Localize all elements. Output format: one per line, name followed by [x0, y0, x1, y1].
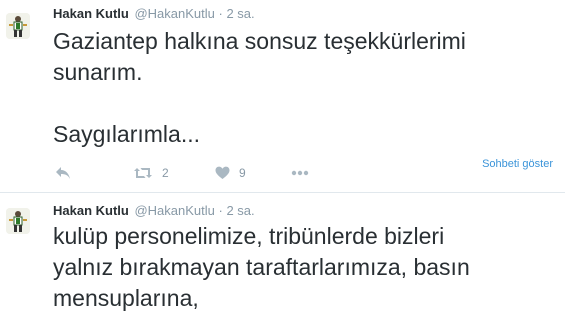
tweet-text: Gaziantep halkına sonsuz teşekkürlerimi … — [53, 28, 466, 147]
reply-button[interactable] — [55, 163, 71, 183]
show-conversation-link[interactable]: Sohbeti göster — [482, 158, 553, 170]
tweet[interactable]: Hakan Kutlu @HakanKutlu · 2 sa. Gaziante… — [0, 0, 565, 193]
reply-icon — [56, 167, 70, 179]
tweet-header: Hakan Kutlu @HakanKutlu · 2 sa. — [53, 6, 255, 22]
avatar[interactable] — [6, 13, 30, 39]
author-name[interactable]: Hakan Kutlu — [53, 203, 129, 218]
separator: · — [218, 6, 223, 21]
tweet-header: Hakan Kutlu @HakanKutlu · 2 sa. — [53, 203, 255, 219]
timestamp[interactable]: 2 sa. — [226, 203, 254, 218]
like-icon — [215, 166, 230, 179]
author-name[interactable]: Hakan Kutlu — [53, 6, 129, 21]
tweet-text: kulüp personelimize, tribünlerde bizleri… — [53, 223, 470, 311]
timestamp[interactable]: 2 sa. — [226, 6, 254, 21]
tweet[interactable]: Hakan Kutlu @HakanKutlu · 2 sa. kulüp pe… — [0, 193, 565, 317]
author-handle[interactable]: @HakanKutlu — [134, 203, 214, 218]
retweet-button[interactable]: 2 — [133, 163, 169, 183]
more-button[interactable] — [291, 163, 309, 183]
avatar[interactable] — [6, 208, 30, 234]
like-button[interactable]: 9 — [215, 163, 246, 183]
like-count: 9 — [239, 166, 246, 180]
separator: · — [218, 203, 223, 218]
retweet-count: 2 — [162, 166, 169, 180]
retweet-icon — [134, 168, 152, 178]
author-handle[interactable]: @HakanKutlu — [134, 6, 214, 21]
more-icon — [291, 170, 309, 176]
